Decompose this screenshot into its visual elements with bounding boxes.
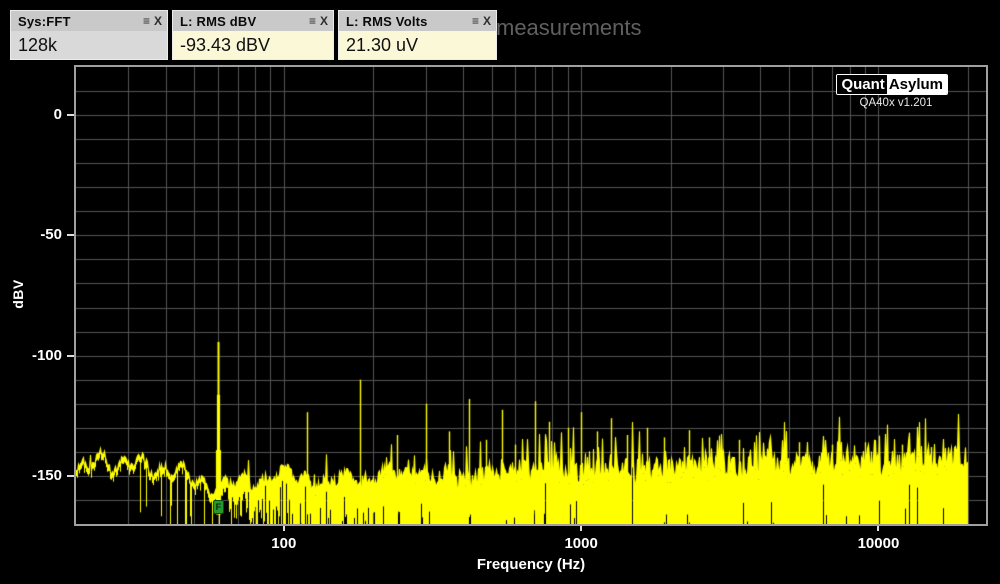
y-tick-mark (67, 234, 74, 237)
panel-title: L: RMS Volts (346, 13, 428, 29)
close-icon[interactable]: X (154, 11, 162, 31)
panel-value: 21.30 uV (339, 31, 496, 59)
logo-text-right: Asylum (886, 75, 947, 94)
panel-sys-fft-header[interactable]: Sys:FFT ≡ X (11, 11, 167, 31)
fundamental-marker: F (212, 499, 224, 514)
spectrum-plot: Quant Asylum QA40x v1.201 F (74, 65, 988, 526)
x-tick-mark (877, 526, 880, 531)
panel-title: L: RMS dBV (180, 13, 257, 29)
panel-rms-volts: L: RMS Volts ≡ X 21.30 uV (338, 10, 497, 60)
panel-title: Sys:FFT (18, 13, 71, 29)
menu-icon[interactable]: ≡ (472, 11, 479, 31)
panel-rms-dbv: L: RMS dBV ≡ X -93.43 dBV (172, 10, 334, 60)
background-text: measurements (496, 15, 642, 40)
x-tick-label: 100 (271, 535, 297, 552)
y-tick-mark (67, 114, 74, 117)
quantasylum-logo: Quant Asylum (836, 74, 948, 95)
y-axis-title: dBV (10, 279, 26, 309)
panel-value: 128k (11, 31, 167, 59)
panel-value: -93.43 dBV (173, 31, 333, 59)
menu-icon[interactable]: ≡ (143, 11, 150, 31)
y-tick-mark (67, 474, 74, 477)
logo-text-left: Quant (837, 75, 887, 94)
y-tick-label: -50 (40, 226, 62, 244)
close-icon[interactable]: X (483, 11, 491, 31)
panel-rms-dbv-header[interactable]: L: RMS dBV ≡ X (173, 11, 333, 31)
close-icon[interactable]: X (320, 11, 328, 31)
panel-sys-fft: Sys:FFT ≡ X 128k (10, 10, 168, 60)
x-tick-label: 1000 (564, 535, 598, 552)
panel-rms-volts-header[interactable]: L: RMS Volts ≡ X (339, 11, 496, 31)
app-window: measurements Sys:FFT ≡ X 128k L: RMS dBV… (0, 0, 1000, 584)
firmware-version: QA40x v1.201 (859, 97, 933, 109)
y-tick-label: -100 (31, 346, 62, 364)
spectrum-canvas[interactable] (76, 67, 986, 524)
x-axis-title: Frequency (Hz) (476, 556, 586, 573)
y-tick-label: 0 (53, 106, 62, 124)
y-tick-label: -150 (31, 466, 62, 484)
x-tick-mark (282, 526, 285, 531)
y-tick-mark (67, 354, 74, 357)
menu-icon[interactable]: ≡ (309, 11, 316, 31)
x-tick-mark (580, 526, 583, 531)
x-tick-label: 10000 (857, 535, 900, 552)
